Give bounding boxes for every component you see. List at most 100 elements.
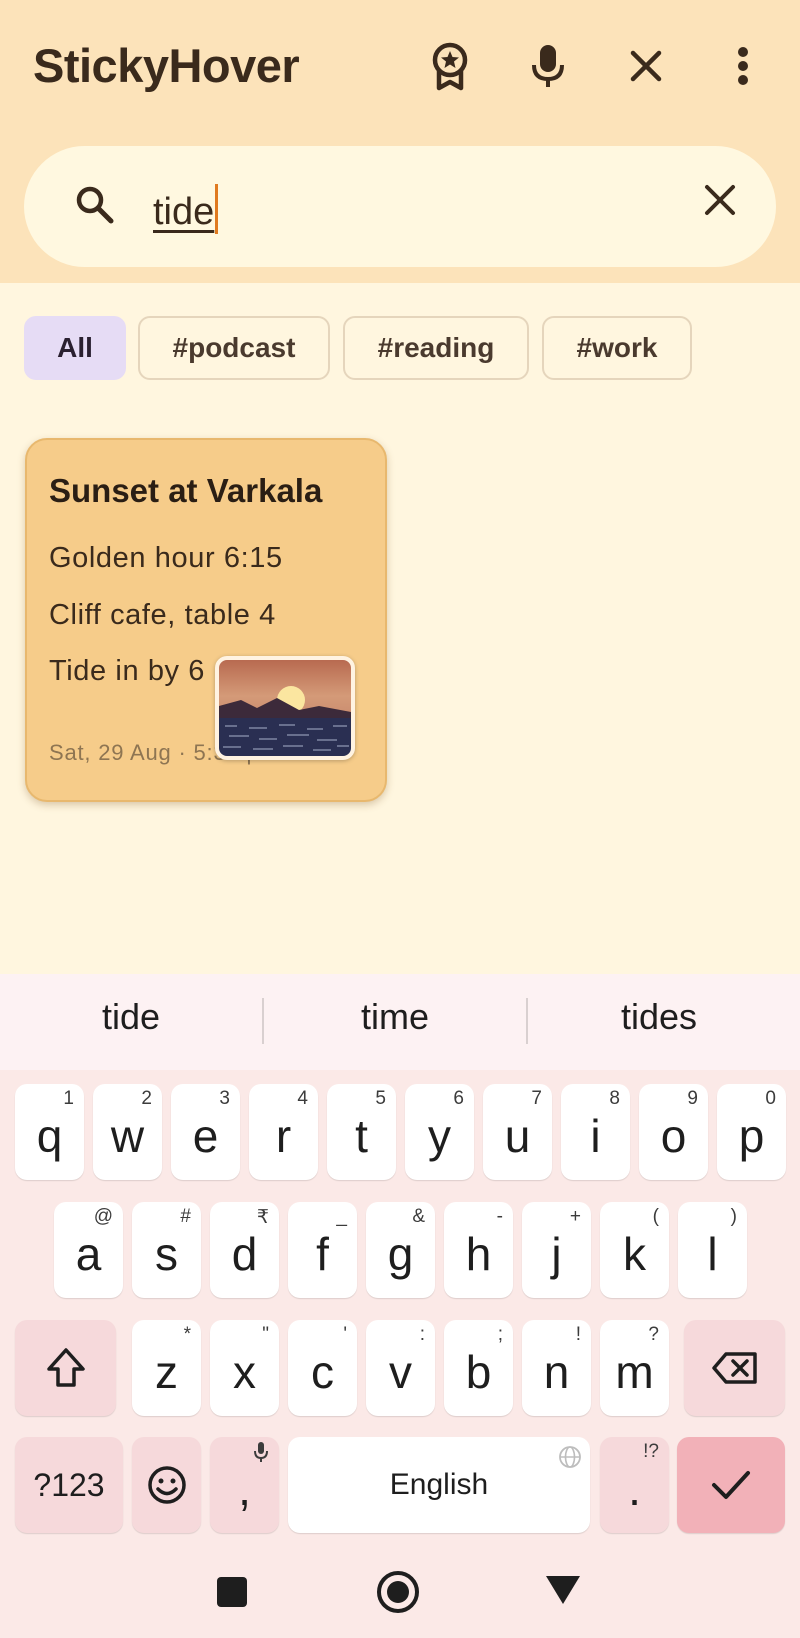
key-hint: ( xyxy=(652,1206,659,1227)
key-f[interactable]: f _ xyxy=(288,1202,357,1298)
suggestion-2[interactable]: time xyxy=(264,996,526,1038)
key-hint: ? xyxy=(648,1324,659,1345)
key-hint: * xyxy=(183,1324,191,1345)
key-m[interactable]: m? xyxy=(600,1320,669,1416)
key-hint: @ xyxy=(93,1206,113,1227)
key-p[interactable]: p0 xyxy=(717,1084,786,1180)
symbols-key[interactable]: ?123 xyxy=(15,1437,123,1533)
key-hint: 5 xyxy=(375,1088,386,1109)
key-hint: ; xyxy=(497,1324,503,1345)
badge-star-icon[interactable] xyxy=(424,40,476,92)
key-n[interactable]: n! xyxy=(522,1320,591,1416)
shift-key[interactable] xyxy=(15,1320,116,1416)
key-q[interactable]: q1 xyxy=(15,1084,84,1180)
suggestion-1[interactable]: tide xyxy=(0,996,262,1038)
key-label: s xyxy=(155,1228,178,1280)
suggestion-3[interactable]: tides xyxy=(528,996,790,1038)
back-button[interactable] xyxy=(545,1574,581,1611)
key-k[interactable]: k( xyxy=(600,1202,669,1298)
note-title: Sunset at Varkala xyxy=(49,472,323,509)
key-hint: # xyxy=(180,1206,191,1227)
key-label: r xyxy=(275,1110,292,1162)
key-r[interactable]: r4 xyxy=(249,1084,318,1180)
key-hint: _ xyxy=(336,1206,347,1227)
key-o[interactable]: o9 xyxy=(639,1084,708,1180)
key-g[interactable]: g & xyxy=(366,1202,435,1298)
system-navigation-bar xyxy=(0,1552,800,1638)
emoji-key[interactable] xyxy=(132,1437,201,1533)
key-label: i xyxy=(590,1110,601,1162)
microphone-icon xyxy=(253,1441,269,1469)
key-label: v xyxy=(389,1346,412,1398)
key-label: l xyxy=(707,1228,718,1280)
key-hint: 9 xyxy=(687,1088,698,1109)
key-label: u xyxy=(504,1110,531,1162)
key-e[interactable]: e3 xyxy=(171,1084,240,1180)
key-c[interactable]: c ' xyxy=(288,1320,357,1416)
note-image-thumbnail[interactable] xyxy=(215,656,355,760)
top-app-bar: StickyHover tide xyxy=(0,0,800,283)
key-hint: 7 xyxy=(531,1088,542,1109)
key-label: d xyxy=(231,1228,258,1280)
key-label: p xyxy=(738,1110,765,1162)
app-title: StickyHover xyxy=(33,39,300,92)
note-card[interactable]: Sunset at Varkala Golden hour 6:15 Cliff… xyxy=(25,438,387,802)
key-label: h xyxy=(465,1228,492,1280)
key-label: a xyxy=(75,1228,102,1280)
key-hint: ! xyxy=(575,1324,581,1345)
note-line: Tide in by 6 xyxy=(49,655,206,687)
clear-search-icon[interactable] xyxy=(703,183,737,222)
key-hint: 6 xyxy=(453,1088,464,1109)
key-label: y xyxy=(428,1110,451,1162)
key-z[interactable]: z * xyxy=(132,1320,201,1416)
key-label: b xyxy=(465,1346,492,1398)
key-y[interactable]: y6 xyxy=(405,1084,474,1180)
key-h[interactable]: h- xyxy=(444,1202,513,1298)
key-j[interactable]: j + xyxy=(522,1202,591,1298)
key-d[interactable]: d ₹ xyxy=(210,1202,279,1298)
key-v[interactable]: v: xyxy=(366,1320,435,1416)
close-icon[interactable] xyxy=(620,40,672,92)
key-hint: 0 xyxy=(765,1088,776,1109)
key-hint: & xyxy=(412,1206,425,1227)
key-hint: 8 xyxy=(609,1088,620,1109)
note-line: Cliff cafe, table 4 xyxy=(49,599,276,631)
key-w[interactable]: w2 xyxy=(93,1084,162,1180)
key-hint: 1 xyxy=(63,1088,74,1109)
key-l[interactable]: l) xyxy=(678,1202,747,1298)
key-hint: 2 xyxy=(141,1088,152,1109)
key-hint: - xyxy=(496,1206,503,1227)
chip-work[interactable]: #work xyxy=(542,316,692,380)
key-hint: : xyxy=(419,1324,425,1345)
key-label: k xyxy=(623,1228,646,1280)
enter-check-key[interactable] xyxy=(677,1437,785,1533)
chip-reading[interactable]: #reading xyxy=(343,316,529,380)
chip-all[interactable]: All xyxy=(24,316,126,380)
key-label: o xyxy=(660,1110,687,1162)
key-label: x xyxy=(233,1346,256,1398)
backspace-key[interactable] xyxy=(684,1320,785,1416)
key-x[interactable]: x " xyxy=(210,1320,279,1416)
key-s[interactable]: s # xyxy=(132,1202,201,1298)
microphone-icon[interactable] xyxy=(522,40,574,92)
search-bar[interactable]: tide xyxy=(24,146,776,267)
period-key[interactable]: . !? xyxy=(600,1437,669,1533)
key-a[interactable]: a @ xyxy=(54,1202,123,1298)
search-input[interactable]: tide xyxy=(153,184,219,234)
space-key[interactable]: English xyxy=(288,1437,590,1533)
key-b[interactable]: b; xyxy=(444,1320,513,1416)
more-vertical-icon[interactable] xyxy=(717,40,769,92)
comma-key[interactable]: , xyxy=(210,1437,279,1533)
chip-podcast[interactable]: #podcast xyxy=(138,316,330,380)
key-hint: ₹ xyxy=(256,1207,269,1228)
key-label: j xyxy=(551,1228,562,1280)
key-label: n xyxy=(543,1346,570,1398)
key-u[interactable]: u7 xyxy=(483,1084,552,1180)
key-t[interactable]: t5 xyxy=(327,1084,396,1180)
key-hint: ) xyxy=(730,1206,737,1227)
search-icon xyxy=(74,184,116,231)
recents-button[interactable] xyxy=(216,1576,248,1613)
text-caret xyxy=(215,184,219,234)
key-i[interactable]: i8 xyxy=(561,1084,630,1180)
home-button[interactable] xyxy=(376,1570,420,1619)
